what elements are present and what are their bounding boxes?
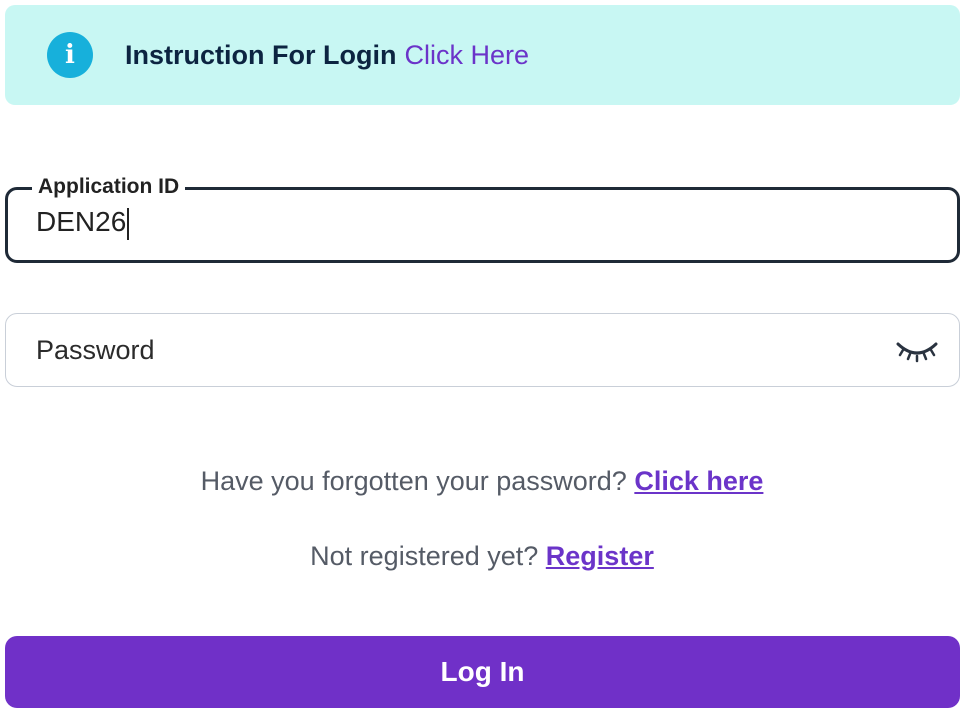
register-link[interactable]: Register — [546, 541, 654, 571]
application-id-value: DEN26 — [36, 206, 127, 237]
login-button[interactable]: Log In — [5, 636, 960, 708]
banner-text: Instruction For Login — [125, 39, 397, 70]
forgot-password-link[interactable]: Click here — [634, 466, 763, 496]
eye-closed-icon[interactable] — [895, 338, 939, 364]
application-id-input[interactable]: DEN26 — [36, 206, 130, 240]
info-icon: i — [47, 32, 93, 78]
instruction-link[interactable]: Click Here — [404, 40, 529, 71]
register-text: Not registered yet? — [310, 541, 539, 571]
forgot-password-line: Have you forgotten your password? Click … — [0, 466, 964, 497]
login-instruction-banner: i Instruction For Login Click Here — [5, 5, 960, 105]
forgot-password-text: Have you forgotten your password? — [200, 466, 627, 496]
login-page: i Instruction For Login Click Here Appli… — [0, 0, 964, 713]
password-placeholder: Password — [36, 334, 155, 365]
register-line: Not registered yet? Register — [0, 541, 964, 572]
text-caret — [127, 207, 130, 240]
password-field[interactable]: Password — [5, 313, 960, 387]
application-id-label: Application ID — [32, 175, 186, 199]
application-id-field[interactable]: Application ID DEN26 — [5, 175, 960, 263]
